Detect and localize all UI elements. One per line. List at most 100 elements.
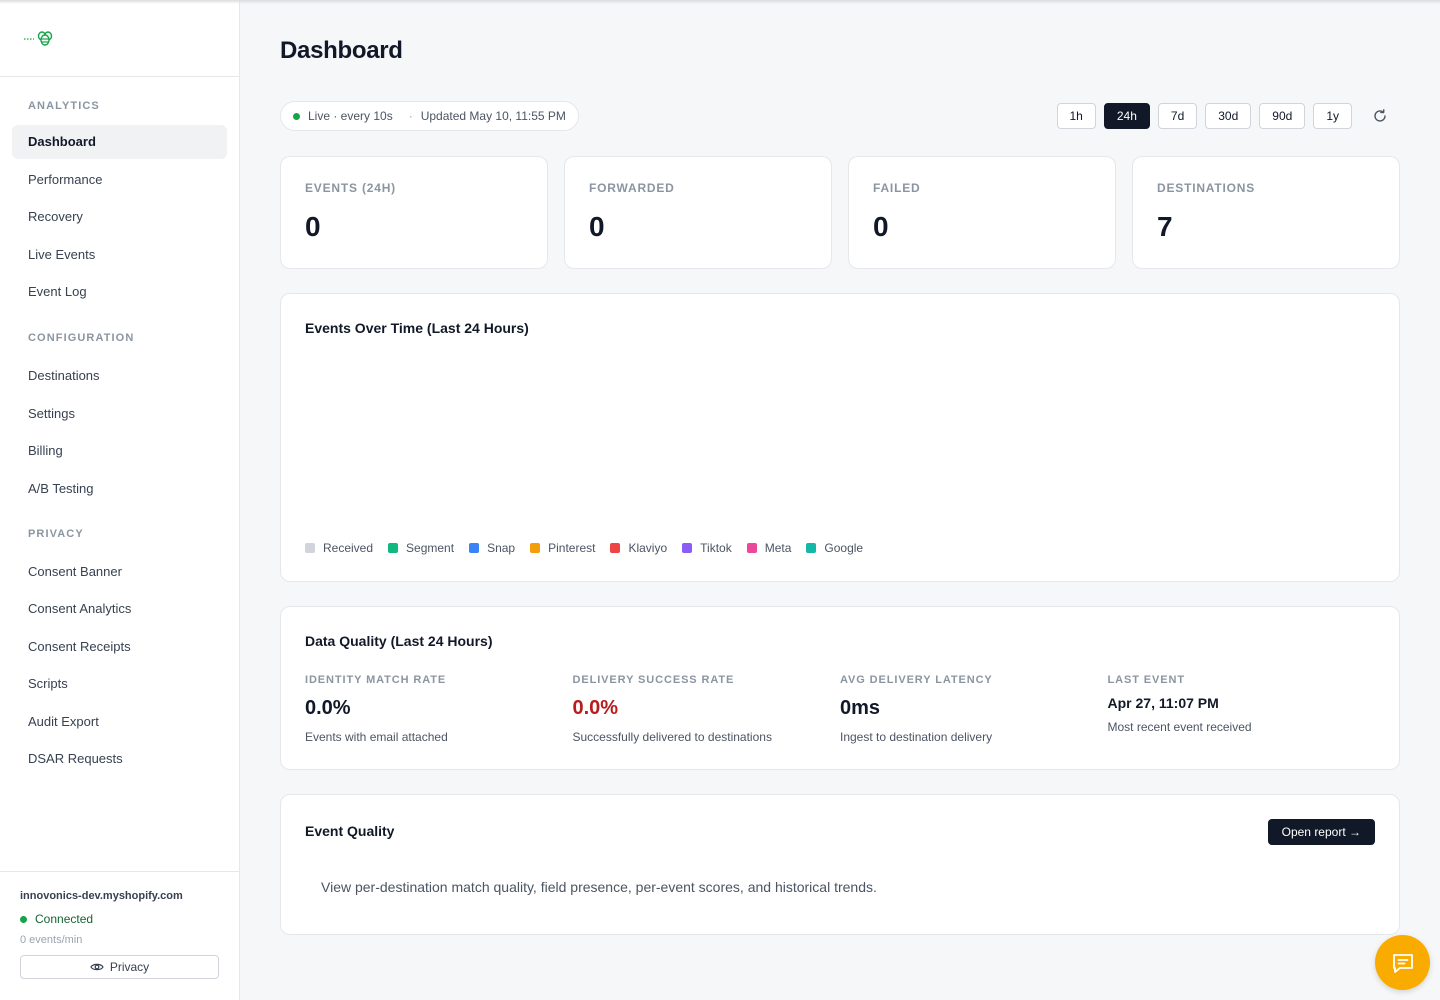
sidebar: ANALYTICS Dashboard Performance Recovery… [0, 0, 240, 1000]
range-1h[interactable]: 1h [1056, 103, 1096, 129]
metric-label: LAST EVENT [1107, 674, 1185, 686]
legend-label: Snap [487, 541, 516, 555]
legend-swatch [746, 543, 757, 553]
legend-swatch [305, 543, 315, 553]
metric-label: AVG DELIVERY LATENCY [840, 674, 993, 686]
open-report-button[interactable]: Open report → [1267, 819, 1375, 845]
metric-identity-match: IDENTITY MATCH RATE 0.0% Events with ema… [305, 674, 573, 744]
stat-value: 0 [305, 211, 321, 242]
legend-swatch [388, 543, 399, 553]
legend-swatch [806, 543, 817, 553]
stat-card-forwarded: FORWARDED 0 [564, 156, 832, 269]
metric-avg-latency: AVG DELIVERY LATENCY 0ms Ingest to desti… [840, 674, 1108, 744]
sidebar-nav: ANALYTICS Dashboard Performance Recovery… [0, 99, 239, 776]
range-90d[interactable]: 90d [1259, 103, 1306, 129]
live-dot-icon [293, 112, 300, 120]
metric-description: Successfully delivered to destinations [572, 730, 772, 744]
bee-icon [24, 31, 53, 46]
sidebar-item-performance[interactable]: Performance [12, 163, 227, 197]
stat-label: DESTINATIONS [1157, 181, 1256, 195]
sidebar-item-destinations[interactable]: Destinations [12, 359, 227, 393]
legend-item-segment[interactable]: Segment [388, 541, 454, 555]
sidebar-item-live-events[interactable]: Live Events [12, 238, 227, 272]
nav-section-configuration: CONFIGURATION [28, 332, 135, 344]
metric-last-event: LAST EVENT Apr 27, 11:07 PM Most recent … [1108, 674, 1376, 744]
data-quality-card: Data Quality (Last 24 Hours) IDENTITY MA… [280, 606, 1400, 770]
sidebar-item-recovery[interactable]: Recovery [12, 200, 227, 234]
chart-legend: Received Segment Snap Pinterest Klaviyo Tikto… [305, 541, 878, 555]
data-quality-title: Data Quality (Last 24 Hours) [305, 633, 493, 649]
chat-icon [1392, 953, 1413, 973]
legend-label: Pinterest [548, 541, 596, 555]
sidebar-item-audit-export[interactable]: Audit Export [12, 705, 227, 739]
sidebar-item-dsar-requests[interactable]: DSAR Requests [12, 742, 227, 776]
range-24h[interactable]: 24h [1103, 103, 1150, 129]
events-chart-plot [305, 356, 1375, 526]
legend-label: Google [824, 541, 864, 555]
stat-card-destinations: DESTINATIONS 7 [1132, 156, 1400, 269]
logo[interactable] [0, 0, 239, 77]
eye-icon [90, 963, 104, 971]
stat-label: FAILED [873, 181, 921, 195]
sidebar-item-event-log[interactable]: Event Log [12, 275, 227, 309]
legend-item-klaviyo[interactable]: Klaviyo [610, 541, 667, 555]
range-1y[interactable]: 1y [1313, 103, 1352, 129]
sidebar-item-consent-receipts[interactable]: Consent Receipts [12, 630, 227, 664]
legend-item-meta[interactable]: Meta [746, 541, 792, 555]
privacy-button[interactable]: Privacy [20, 955, 219, 979]
live-status-bar: Live · every 10s · Updated May 10, 11:55… [280, 101, 579, 131]
sidebar-item-scripts[interactable]: Scripts [12, 667, 227, 701]
stat-card-failed: FAILED 0 [848, 156, 1116, 269]
range-7d[interactable]: 7d [1157, 103, 1198, 129]
time-range-selector: 1h 24h 7d 30d 90d 1y [1049, 103, 1401, 129]
metric-label: DELIVERY SUCCESS RATE [572, 674, 735, 686]
sidebar-item-ab-testing[interactable]: A/B Testing [12, 472, 227, 506]
event-quality-card: Event Quality Open report → View per-des… [280, 794, 1400, 935]
event-quality-description: View per-destination match quality, fiel… [321, 879, 877, 895]
connection-status-label: Connected [35, 912, 94, 926]
legend-item-snap[interactable]: Snap [469, 541, 515, 555]
connection-status: Connected [20, 912, 219, 926]
stat-value: 7 [1157, 211, 1173, 242]
stat-value: 0 [589, 211, 605, 242]
nav-section-privacy: PRIVACY [28, 527, 84, 540]
stat-label: EVENTS (24H) [305, 181, 396, 195]
metric-description: Most recent event received [1107, 720, 1252, 734]
status-dot-icon [20, 915, 27, 923]
legend-label: Meta [764, 541, 792, 555]
legend-label: Segment [406, 541, 455, 555]
range-30d[interactable]: 30d [1205, 103, 1252, 129]
sidebar-item-consent-analytics[interactable]: Consent Analytics [12, 592, 227, 626]
stat-label: FORWARDED [589, 181, 675, 195]
metric-value: Apr 27, 11:07 PM [1107, 695, 1219, 711]
nav-section-analytics: ANALYTICS [28, 100, 100, 112]
metric-value: 0.0% [572, 697, 619, 719]
sidebar-item-settings[interactable]: Settings [12, 397, 227, 431]
legend-label: Received [323, 541, 374, 555]
metric-description: Events with email attached [305, 730, 448, 744]
metric-delivery-success: DELIVERY SUCCESS RATE 0.0% Successfully … [573, 674, 841, 744]
store-panel: innovonics-dev.myshopify.com Connected 0… [0, 871, 239, 979]
chat-button[interactable] [1375, 935, 1430, 990]
store-domain: innovonics-dev.myshopify.com [20, 890, 183, 902]
legend-item-pinterest[interactable]: Pinterest [530, 541, 595, 555]
data-quality-metrics: IDENTITY MATCH RATE 0.0% Events with ema… [305, 674, 1375, 744]
sidebar-item-consent-banner[interactable]: Consent Banner [12, 555, 227, 589]
metric-value: 0ms [840, 697, 881, 719]
events-rate: 0 events/min [20, 934, 83, 946]
refresh-icon[interactable] [1372, 108, 1388, 124]
separator: · [408, 109, 413, 123]
updated-label: Updated May 10, 11:55 PM [420, 109, 566, 123]
legend-item-google[interactable]: Google [806, 541, 863, 555]
sidebar-item-billing[interactable]: Billing [12, 434, 227, 468]
stat-value: 0 [873, 211, 889, 242]
page-title: Dashboard [280, 37, 403, 64]
legend-swatch [469, 543, 480, 553]
event-quality-title: Event Quality [305, 823, 395, 839]
privacy-button-label: Privacy [109, 960, 150, 974]
top-shadow [0, 0, 1440, 4]
sidebar-item-dashboard[interactable]: Dashboard [12, 125, 227, 159]
legend-label: Klaviyo [628, 541, 668, 555]
legend-item-tiktok[interactable]: Tiktok [682, 541, 732, 555]
legend-item-received[interactable]: Received [305, 541, 373, 555]
